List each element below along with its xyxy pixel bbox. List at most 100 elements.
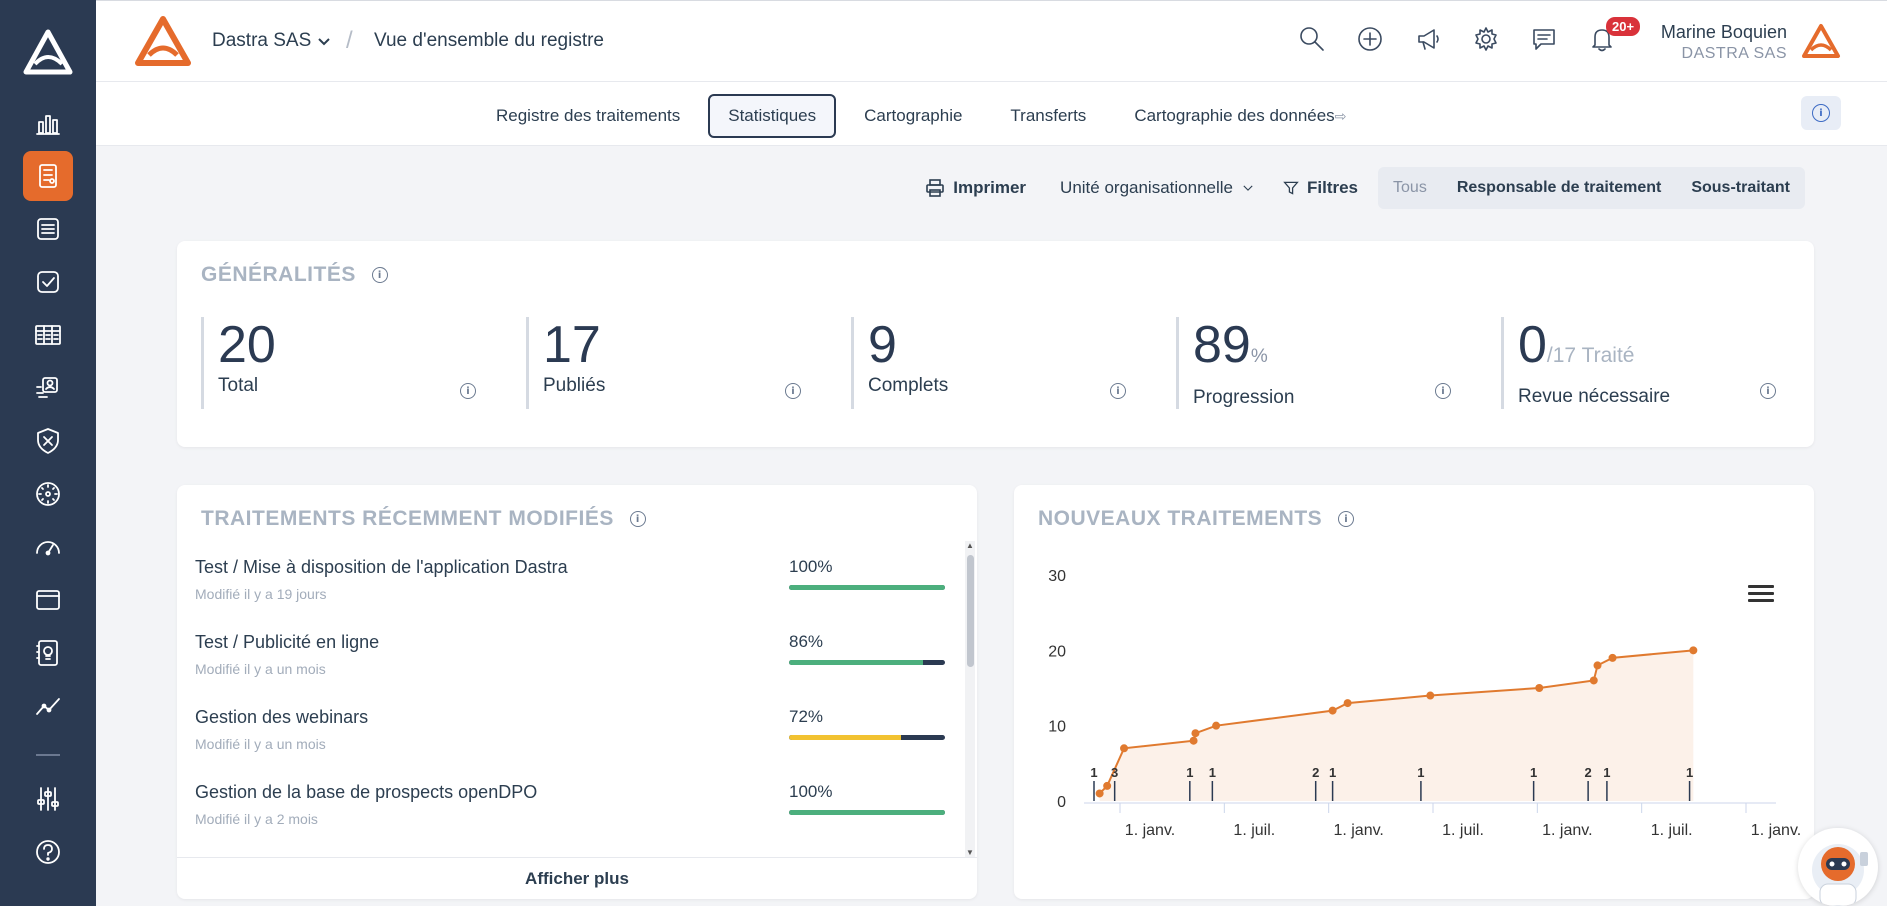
tab-label: Registre des traitements [496,106,681,125]
info-icon[interactable]: i [1435,383,1451,399]
sidebar-item-checklist[interactable] [23,257,73,307]
info-icon[interactable]: i [785,383,801,399]
stat-number: 20 [218,316,276,374]
print-button[interactable]: Imprimer [911,178,1040,198]
org-logo[interactable] [134,15,192,67]
user-menu[interactable]: Marine Boquien DASTRA SAS [1661,22,1787,63]
sidebar-item-catalog[interactable] [23,310,73,360]
sidebar-item-shield[interactable] [23,416,73,466]
data-point [1426,691,1435,700]
scroll-down-icon[interactable]: ▼ [966,848,974,857]
help-assistant-avatar[interactable] [1798,828,1878,906]
treatment-name[interactable]: Test / Publicité en ligne [195,632,379,653]
org-unit-dropdown[interactable]: Unité organisationnelle [1046,178,1269,198]
stat-number: 9 [868,316,897,374]
sidebar-item-help[interactable] [23,827,73,877]
y-tick-label: 10 [1048,719,1066,736]
role-segmented-control: Tous Responsable de traitement Sous-trai… [1378,167,1805,209]
list-item[interactable]: Gestion des webinars Modifié il y a un mo… [195,697,955,772]
list-item[interactable]: Gestion des ...78% [195,847,955,853]
progress-fill [789,810,945,815]
x-tick-label: 1. juil. [1233,822,1275,839]
flag-label: 1 [1209,765,1216,780]
stat-number: 89 [1193,316,1251,374]
stat-value: 0/17 Traité [1518,317,1826,384]
treatment-progress-label: 86% [789,632,824,651]
sidebar-item-register[interactable] [23,151,73,201]
tab-label: Cartographie des données [1134,106,1335,125]
list-item[interactable]: Test / Mise à disposition de l'applicati… [195,547,955,622]
stat-label: Complets [868,375,949,396]
treatment-name[interactable]: Test / Mise à disposition de l'applicati… [195,557,568,578]
sidebar-item-idea[interactable] [23,628,73,678]
list-item[interactable]: Gestion de la base de prospects openDPO M… [195,772,955,847]
sidebar-item-user-flow[interactable] [23,363,73,413]
segment-all[interactable]: Tous [1378,167,1442,209]
dastra-logo[interactable] [22,28,74,76]
treatment-progress-label: 72% [789,707,824,726]
menu-bar [1748,585,1774,588]
stat-revue-n-cessaire: 0/17 Traité Revue nécessaire i [1501,317,1826,409]
scrollbar-thumb[interactable] [967,555,974,667]
sidebar-item-gauge[interactable] [23,522,73,572]
generalities-title-text: GÉNÉRALITÉS [201,263,356,286]
announcements-button[interactable] [1414,25,1442,53]
org-switcher[interactable]: Dastra SAS [212,30,331,52]
data-point [1689,646,1698,655]
tab-3[interactable]: Transferts [990,94,1106,138]
y-tick-label: 30 [1048,568,1066,585]
scrollbar[interactable]: ▲ ▼ [965,541,975,857]
x-tick-label: 1. juil. [1442,822,1484,839]
header: Dastra SAS / Vue d'ensemble du registre … [96,0,1887,82]
flag-label: 2 [1312,765,1319,780]
user-avatar[interactable] [1801,23,1841,59]
sidebar-item-database[interactable] [23,204,73,254]
info-icon[interactable]: i [1760,383,1776,399]
sidebar-item-trend[interactable] [23,681,73,731]
add-button[interactable] [1356,25,1384,53]
notifications-button[interactable]: 20+ [1588,17,1641,53]
flag-label: 1 [1603,765,1610,780]
info-icon[interactable]: i [629,511,646,527]
sidebar-item-sliders[interactable] [23,774,73,824]
segment-controller[interactable]: Responsable de traitement [1442,167,1677,209]
data-point [1103,781,1112,790]
info-icon[interactable]: i [460,383,476,399]
sliders-icon [37,787,59,811]
scroll-up-icon[interactable]: ▲ [966,541,974,550]
tab-1[interactable]: Statistiques [708,94,837,138]
tab-0[interactable]: Registre des traitements [476,94,700,138]
sidebar-item-window[interactable] [23,575,73,625]
recent-treatments-card: TRAITEMENTS RÉCEMMENT MODIFIÉS i Test / … [177,485,977,899]
treatment-progress-bar [789,735,945,740]
chat-icon [1533,29,1555,50]
info-icon[interactable]: i [1110,383,1126,399]
info-icon[interactable]: i [371,267,388,283]
treatment-name[interactable]: Gestion des webinars [195,707,368,728]
filters-button[interactable]: Filtres [1269,178,1372,198]
new-treatments-title-text: NOUVEAUX TRAITEMENTS [1038,507,1323,530]
search-button[interactable] [1298,25,1326,53]
y-tick-label: 0 [1057,794,1066,811]
sidebar-item-bar-chart[interactable] [23,98,73,148]
settings-button[interactable] [1472,25,1500,53]
segment-processor[interactable]: Sous-traitant [1676,167,1805,209]
list-item[interactable]: Test / Publicité en ligne Modifié il y a … [195,622,955,697]
chart-menu-button[interactable] [1748,585,1774,607]
treatment-progress-label: 100% [789,782,833,801]
show-more-button[interactable]: Afficher plus [177,857,977,899]
toolbar: Imprimer Unité organisationnelle Filtres… [911,167,1805,209]
tab-2[interactable]: Cartographie [844,94,982,138]
flag-label: 1 [1329,765,1336,780]
treatment-progress-label: 100% [789,557,833,576]
treatment-progress-bar [789,585,945,590]
page-info-button[interactable]: i [1801,96,1841,130]
treatment-modified: Modifié il y a un mois [195,736,326,752]
messages-button[interactable] [1530,25,1558,53]
treatment-name[interactable]: Gestion de la base de prospects openDPO [195,782,537,803]
info-icon[interactable]: i [1338,511,1355,527]
sidebar-item-dial[interactable] [23,469,73,519]
treatment-progress-bar [789,660,945,665]
help-icon [36,840,60,864]
tab-4[interactable]: Cartographie des données⇨ [1114,94,1366,138]
